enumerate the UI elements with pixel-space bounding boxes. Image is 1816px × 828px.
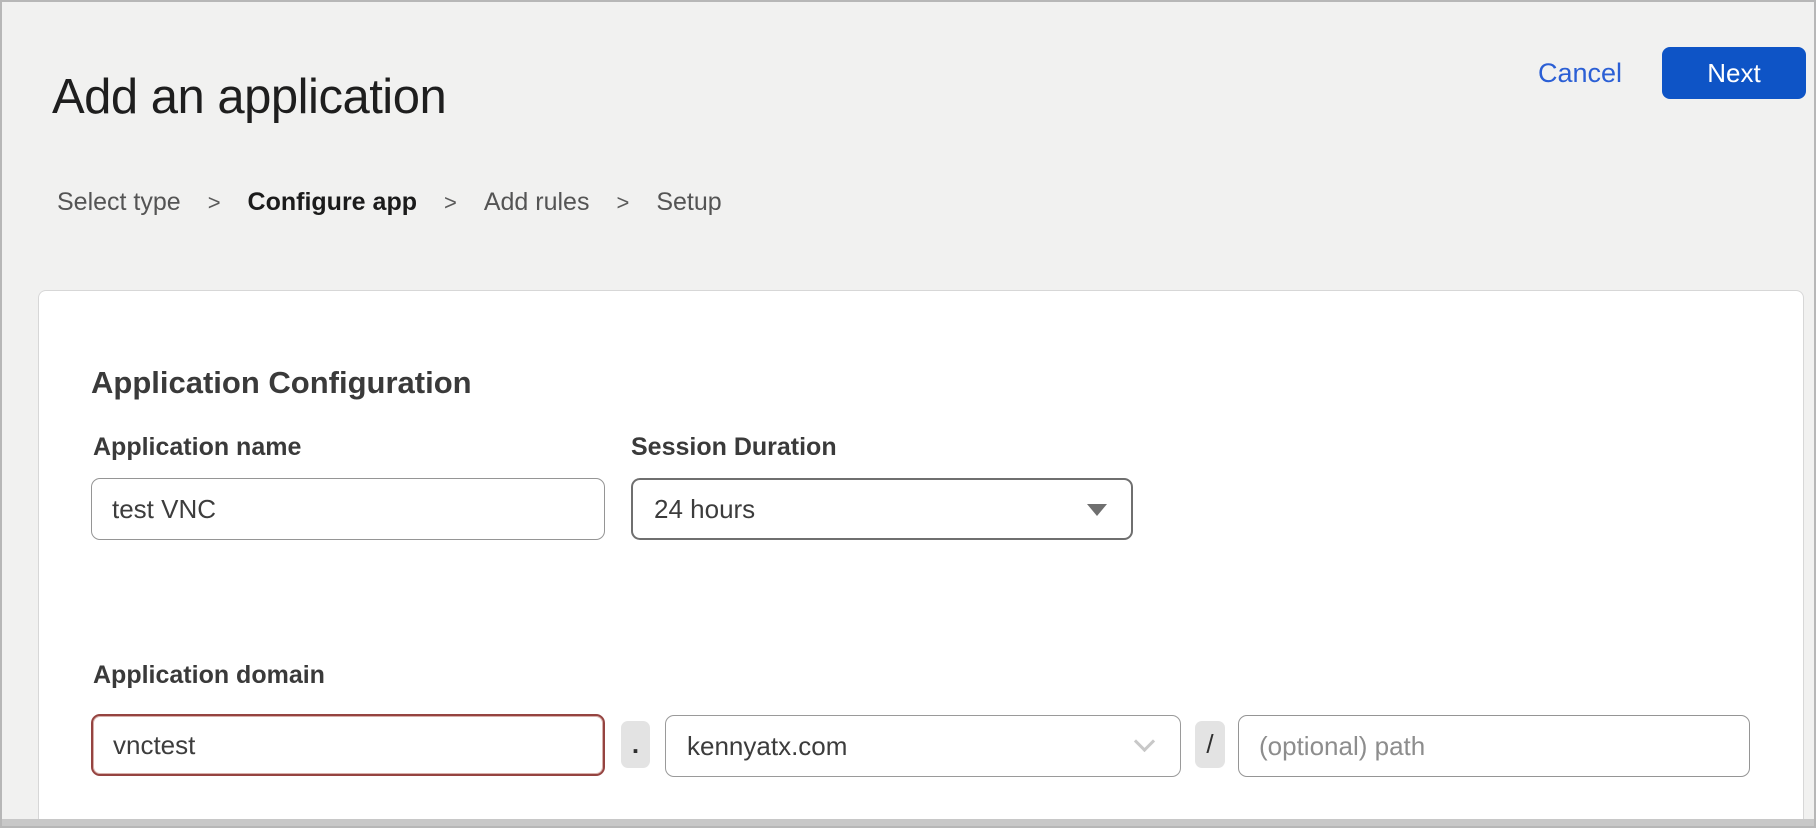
session-duration-select[interactable]: 24 hours (631, 478, 1133, 540)
page-title: Add an application (52, 69, 446, 125)
application-name-input[interactable] (91, 478, 605, 540)
domain-select-value: kennyatx.com (687, 731, 847, 762)
cancel-button[interactable]: Cancel (1538, 58, 1622, 89)
session-duration-value: 24 hours (654, 494, 755, 525)
next-button[interactable]: Next (1662, 47, 1806, 99)
chevron-down-icon (1087, 504, 1107, 516)
slash-separator: / (1195, 721, 1225, 768)
breadcrumb-separator: > (208, 190, 221, 216)
session-duration-label: Session Duration (631, 433, 837, 462)
path-input[interactable] (1238, 715, 1750, 777)
breadcrumb-separator: > (444, 190, 457, 216)
step-configure-app[interactable]: Configure app (248, 188, 417, 217)
application-name-label: Application name (93, 433, 301, 462)
domain-select[interactable]: kennyatx.com (665, 715, 1181, 777)
step-select-type[interactable]: Select type (57, 188, 181, 217)
section-title: Application Configuration (91, 365, 472, 401)
dot-separator: . (621, 721, 650, 768)
application-configuration-card: Application Configuration Application na… (38, 290, 1804, 819)
breadcrumb: Select type > Configure app > Add rules … (57, 188, 722, 217)
chevron-down-icon (1134, 731, 1155, 752)
application-domain-label: Application domain (93, 661, 325, 690)
breadcrumb-separator: > (616, 190, 629, 216)
step-setup[interactable]: Setup (656, 188, 721, 217)
step-add-rules[interactable]: Add rules (484, 188, 590, 217)
add-application-page: Add an application Cancel Next Select ty… (0, 0, 1816, 828)
subdomain-input[interactable] (91, 714, 605, 776)
horizontal-scrollbar[interactable] (2, 819, 1814, 826)
